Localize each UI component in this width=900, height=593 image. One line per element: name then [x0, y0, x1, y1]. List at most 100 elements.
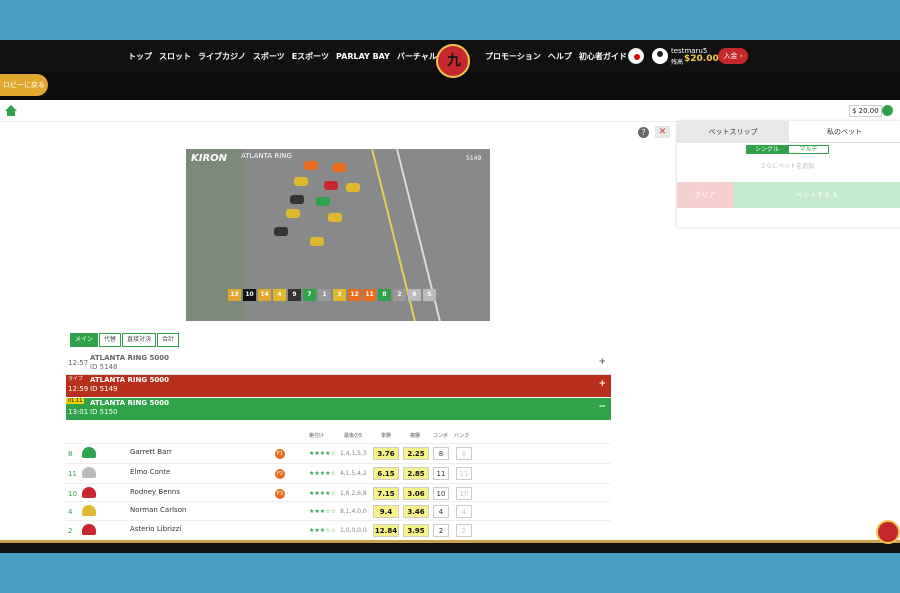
- toggle-single[interactable]: シングル: [746, 145, 788, 154]
- nav-item-live-casino[interactable]: ライブカジノ: [198, 51, 246, 62]
- footer-logo[interactable]: [876, 520, 900, 544]
- nav-item-help[interactable]: ヘルプ: [548, 51, 572, 62]
- nav-item-esports[interactable]: Eスポーツ: [292, 51, 329, 62]
- race-id: ID 5148: [90, 363, 118, 371]
- win-odds-button[interactable]: 9.4: [373, 505, 399, 518]
- bank-checkbox[interactable]: 4: [456, 505, 472, 518]
- help-icon[interactable]: ?: [638, 127, 649, 138]
- toggle-multi[interactable]: マルチ: [788, 145, 829, 154]
- combo-checkbox[interactable]: 11: [433, 467, 449, 480]
- video-race-id: 5149: [466, 155, 482, 162]
- place-odds-button[interactable]: 3.95: [403, 524, 429, 537]
- position-chip: 6: [408, 289, 421, 301]
- position-strip: 13 10 14 4 9 7 1 3 12 11 8 2 6 5: [228, 289, 438, 301]
- tab-betslip[interactable]: ベットスリップ: [677, 121, 789, 143]
- runner-name: Norman Carlson: [130, 506, 187, 514]
- clear-button[interactable]: クリア: [677, 182, 733, 208]
- bank-checkbox[interactable]: 8: [456, 447, 472, 460]
- place-odds-button[interactable]: 2.25: [403, 447, 429, 460]
- race-row[interactable]: 01:11 13:01 ATLANTA RING 5000 ID 5150 −: [66, 398, 611, 420]
- race-video[interactable]: KIRON ATLANTA RING 5149 13 10 14 4 9 7 1…: [186, 149, 490, 321]
- win-odds-button[interactable]: 12.84: [373, 524, 399, 537]
- runner-number: 8: [68, 450, 73, 458]
- rating-stars: ★★★★☆: [309, 490, 336, 497]
- tab-total[interactable]: 合計: [157, 333, 180, 347]
- collapse-icon[interactable]: −: [598, 402, 606, 412]
- nav-right: プロモーション ヘルプ 初心者ガイド: [485, 40, 634, 72]
- position-chip: 14: [258, 289, 271, 301]
- win-odds-button[interactable]: 7.15: [373, 487, 399, 500]
- race-car: [304, 161, 318, 170]
- helmet-icon: [82, 524, 96, 535]
- place-bet-label: ベットする: [795, 191, 831, 199]
- tab-my-bets[interactable]: 私のベット: [789, 121, 900, 143]
- place-bet-button[interactable]: ベットする $: [733, 182, 900, 208]
- bank-checkbox[interactable]: 2: [456, 524, 472, 537]
- runner-number: 4: [68, 508, 73, 516]
- race-row[interactable]: ライブ 12:59 ATLANTA RING 5000 ID 5149 +: [66, 375, 611, 397]
- language-flag-icon[interactable]: [628, 48, 644, 64]
- nav-item-promotions[interactable]: プロモーション: [485, 51, 541, 62]
- position-chip: 8: [378, 289, 391, 301]
- helmet-icon: [82, 505, 96, 516]
- combo-checkbox[interactable]: 2: [433, 524, 449, 537]
- last5-results: 1,0,0,0,0: [340, 527, 367, 534]
- favorite-badge: F1: [275, 449, 285, 459]
- position-chip: 1: [318, 289, 331, 301]
- position-chip: 13: [228, 289, 241, 301]
- win-odds-button[interactable]: 6.15: [373, 467, 399, 480]
- nav-item-beginner-guide[interactable]: 初心者ガイド: [579, 51, 627, 62]
- tab-main[interactable]: メイン: [70, 333, 99, 347]
- back-to-lobby-button[interactable]: ロビーに戻る: [0, 74, 48, 96]
- balance-value: $20.00: [684, 54, 719, 64]
- favorite-badge: F3: [275, 489, 285, 499]
- user-avatar-icon[interactable]: [652, 48, 668, 64]
- site-logo[interactable]: [436, 44, 470, 78]
- race-car: [286, 209, 300, 218]
- race-car: [346, 183, 360, 192]
- last5-results: 1,6,2,6,8: [340, 490, 367, 497]
- place-odds-button[interactable]: 3.46: [403, 505, 429, 518]
- balance-label: 残高: [671, 59, 684, 66]
- bank-checkbox[interactable]: 11: [456, 467, 472, 480]
- last5-results: 8,1,4,0,0: [340, 508, 367, 515]
- market-tabs: メイン 代替 直接対決 合計: [70, 333, 180, 347]
- rating-stars: ★★★★☆: [309, 470, 336, 477]
- nav-item-parlay-bay[interactable]: PARLAY BAY: [336, 52, 390, 61]
- race-car: [274, 227, 288, 236]
- nav-item-virtual[interactable]: バーチャル: [397, 51, 437, 62]
- video-brand-logo: KIRON: [191, 153, 228, 164]
- place-odds-button[interactable]: 3.06: [403, 487, 429, 500]
- helmet-icon: [82, 487, 96, 498]
- close-stream-icon[interactable]: ✕: [655, 126, 670, 138]
- deposit-button[interactable]: 入金 ›: [718, 48, 748, 64]
- tab-head-to-head[interactable]: 直接対決: [122, 333, 157, 347]
- race-name: ATLANTA RING 5000: [90, 376, 169, 384]
- combo-checkbox[interactable]: 8: [433, 447, 449, 460]
- expand-icon[interactable]: +: [598, 357, 606, 367]
- position-chip: 10: [243, 289, 256, 301]
- nav-item-slots[interactable]: スロット: [159, 51, 191, 62]
- runner-name: Asterio Librizzi: [130, 525, 182, 533]
- combo-checkbox[interactable]: 10: [433, 487, 449, 500]
- home-icon[interactable]: [5, 105, 17, 116]
- nav-item-sports[interactable]: スポーツ: [253, 51, 285, 62]
- helmet-icon: [82, 467, 96, 478]
- race-name: ATLANTA RING 5000: [90, 399, 169, 407]
- place-odds-button[interactable]: 2.85: [403, 467, 429, 480]
- win-odds-button[interactable]: 3.76: [373, 447, 399, 460]
- expand-icon[interactable]: +: [598, 379, 606, 389]
- tab-alternative[interactable]: 代替: [99, 333, 122, 347]
- col-last5: 最後の5: [344, 433, 363, 439]
- footer-bar: [0, 543, 900, 553]
- betslip-panel: ベットスリップ 私のベット シングル マルチ さらにベットを追加 クリア ベット…: [677, 121, 900, 227]
- race-row[interactable]: 12:57 ATLANTA RING 5000 ID 5148 +: [66, 353, 611, 375]
- combo-checkbox[interactable]: 4: [433, 505, 449, 518]
- runner-number: 2: [68, 527, 73, 535]
- nav-item-top[interactable]: トップ: [128, 51, 152, 62]
- bank-checkbox[interactable]: 10: [456, 487, 472, 500]
- race-car: [324, 181, 338, 190]
- race-time: 12:59: [68, 385, 89, 393]
- refresh-icon[interactable]: [882, 105, 893, 116]
- col-win: 単勝: [381, 433, 392, 439]
